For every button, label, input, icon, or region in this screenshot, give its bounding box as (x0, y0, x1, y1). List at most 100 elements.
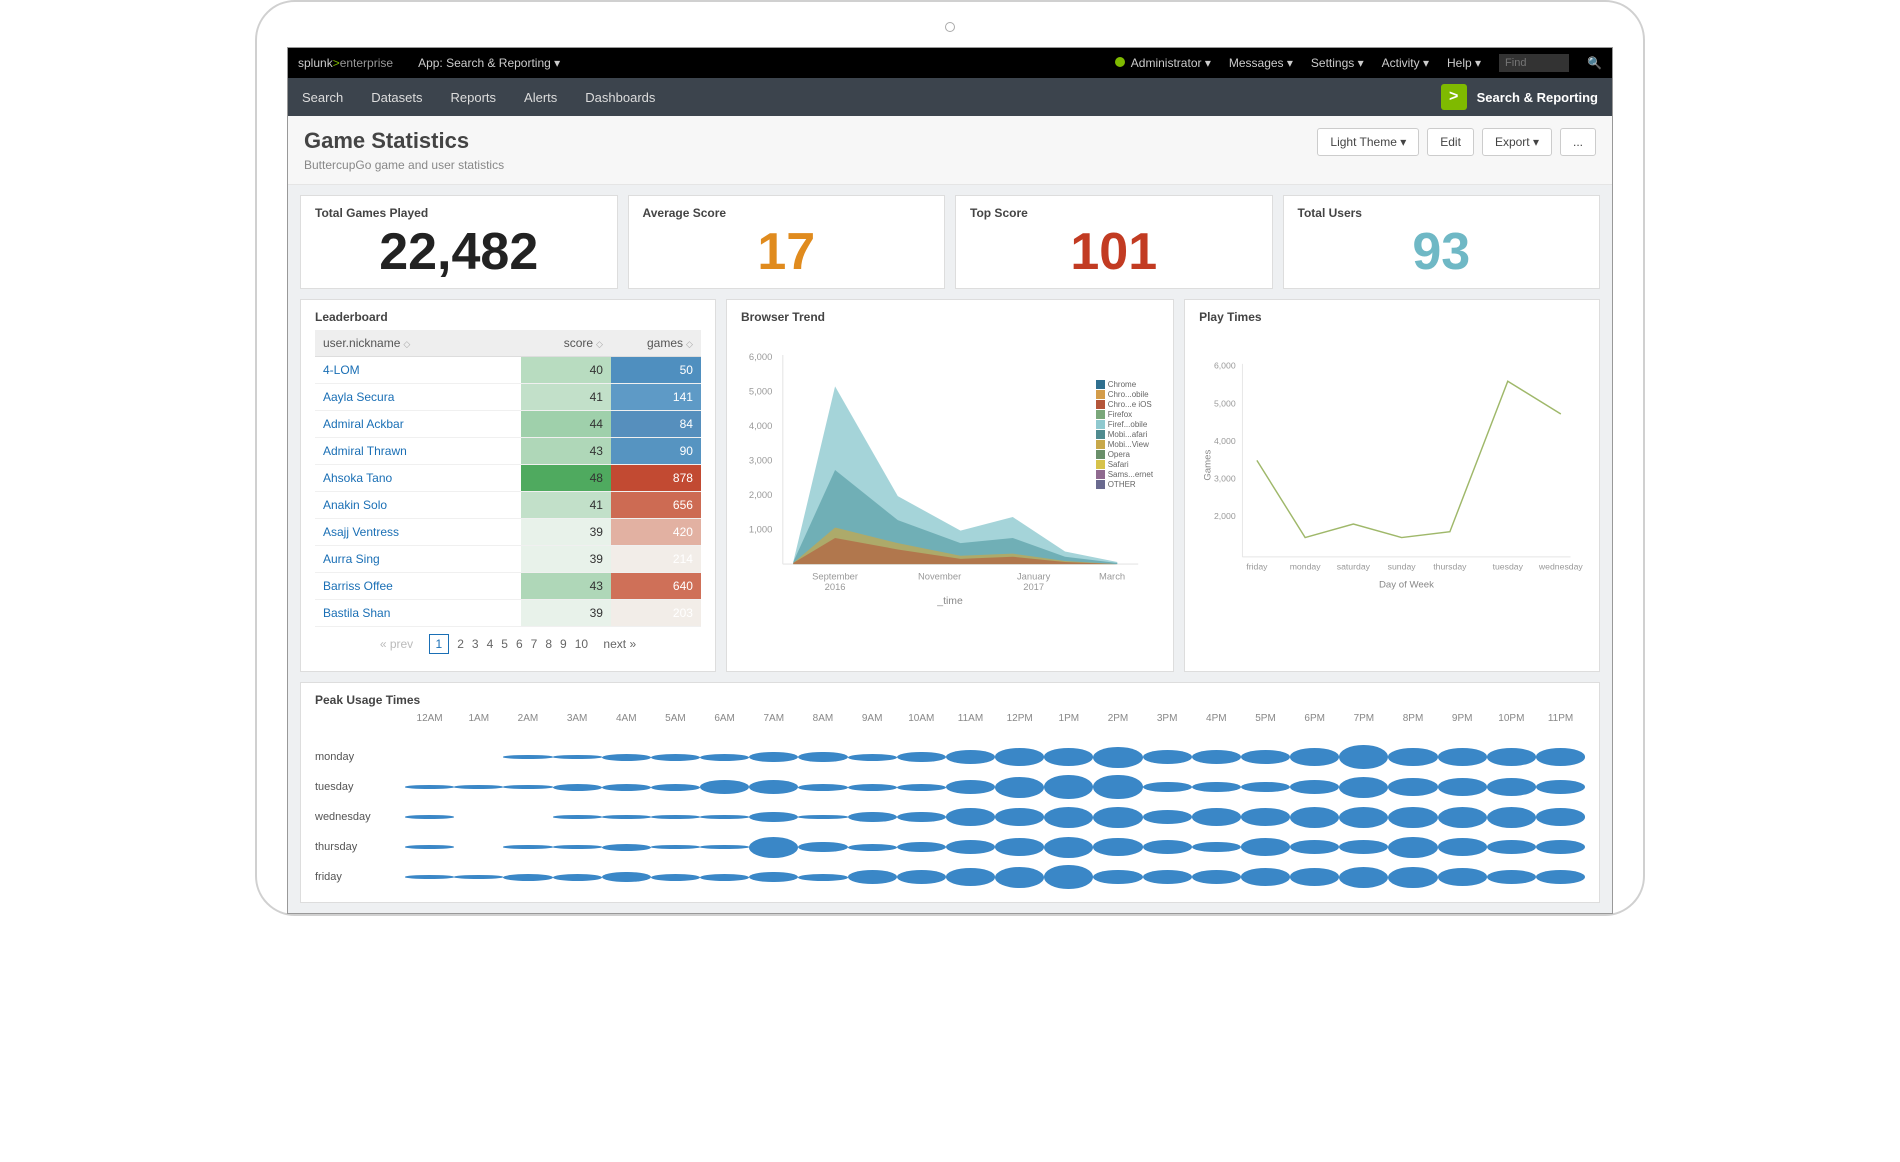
bubble-icon (1438, 748, 1487, 766)
table-row[interactable]: Anakin Solo 41 656 (315, 492, 701, 519)
bubble-icon (1438, 838, 1487, 856)
theme-button[interactable]: Light Theme ▾ (1317, 128, 1419, 156)
edit-button[interactable]: Edit (1427, 128, 1474, 156)
cell-nickname[interactable]: Admiral Ackbar (315, 411, 521, 438)
svg-text:1,000: 1,000 (749, 524, 773, 535)
peak-cell (1388, 775, 1437, 800)
bubble-icon (1487, 807, 1536, 828)
pager-page[interactable]: 1 (429, 634, 450, 654)
bubble-icon (749, 752, 798, 763)
peak-cell (1438, 807, 1487, 828)
col-games[interactable]: games◇ (611, 330, 701, 357)
play-times-chart: 6,000 5,000 4,000 3,000 2,000 Games frid… (1199, 330, 1585, 610)
app-selector[interactable]: App: Search & Reporting ▾ (418, 56, 560, 70)
peak-cell (553, 807, 602, 828)
bubble-icon (1388, 778, 1437, 796)
peak-cell (1290, 775, 1339, 800)
bubble-icon (405, 785, 454, 789)
cell-score: 41 (521, 492, 611, 519)
peak-cell (798, 745, 847, 770)
peak-cell (1438, 865, 1487, 890)
pager-page[interactable]: 3 (472, 637, 479, 651)
nav-datasets[interactable]: Datasets (371, 90, 422, 105)
table-row[interactable]: Admiral Thrawn 43 90 (315, 438, 701, 465)
peak-cell (651, 807, 700, 828)
activity-menu[interactable]: Activity ▾ (1382, 56, 1429, 70)
pager-page[interactable]: 4 (487, 637, 494, 651)
hour-label: 11PM (1536, 713, 1585, 724)
peak-cell (1044, 807, 1093, 828)
peak-cell (1093, 837, 1142, 858)
messages-menu[interactable]: Messages ▾ (1229, 56, 1293, 70)
cell-nickname[interactable]: Aayla Secura (315, 384, 521, 411)
bubble-icon (1339, 807, 1388, 828)
page-subtitle: ButtercupGo game and user statistics (304, 158, 504, 172)
svg-text:September: September (812, 571, 858, 582)
admin-menu[interactable]: Administrator ▾ (1115, 56, 1211, 70)
cell-nickname[interactable]: Admiral Thrawn (315, 438, 521, 465)
hour-label: 7PM (1339, 713, 1388, 724)
pager-page[interactable]: 8 (545, 637, 552, 651)
table-row[interactable]: Aurra Sing 39 214 (315, 546, 701, 573)
table-row[interactable]: Ahsoka Tano 48 878 (315, 465, 701, 492)
search-icon[interactable]: 🔍 (1587, 56, 1602, 70)
day-label: thursday (315, 841, 405, 853)
nav-alerts[interactable]: Alerts (524, 90, 557, 105)
bubble-icon (405, 845, 454, 849)
find-input[interactable] (1499, 54, 1569, 72)
col-score[interactable]: score◇ (521, 330, 611, 357)
settings-menu[interactable]: Settings ▾ (1311, 56, 1364, 70)
more-button[interactable]: ... (1560, 128, 1596, 156)
cell-nickname[interactable]: Aurra Sing (315, 546, 521, 573)
nav-dashboards[interactable]: Dashboards (585, 90, 655, 105)
peak-cell (1339, 745, 1388, 770)
pager-page[interactable]: 5 (501, 637, 508, 651)
pager-page[interactable]: 7 (531, 637, 538, 651)
peak-cell (1044, 775, 1093, 800)
svg-text:tuesday: tuesday (1493, 561, 1524, 571)
bubble-icon (700, 754, 749, 761)
cell-nickname[interactable]: Anakin Solo (315, 492, 521, 519)
pager-next[interactable]: next » (603, 637, 636, 651)
cell-nickname[interactable]: Asajj Ventress (315, 519, 521, 546)
pager-page[interactable]: 6 (516, 637, 523, 651)
peak-row: wednesday (315, 802, 1585, 832)
cell-nickname[interactable]: Barriss Offee (315, 573, 521, 600)
table-row[interactable]: Asajj Ventress 39 420 (315, 519, 701, 546)
peak-cell (1143, 837, 1192, 858)
hour-label: 2AM (503, 713, 552, 724)
table-row[interactable]: Aayla Secura 41 141 (315, 384, 701, 411)
export-button[interactable]: Export ▾ (1482, 128, 1552, 156)
nav-reports[interactable]: Reports (451, 90, 497, 105)
col-nickname[interactable]: user.nickname◇ (315, 330, 521, 357)
nav-search[interactable]: Search (302, 90, 343, 105)
cell-nickname[interactable]: Bastila Shan (315, 600, 521, 627)
bubble-icon (700, 845, 749, 849)
peak-cell (1192, 865, 1241, 890)
bubble-icon (848, 844, 897, 851)
bubble-icon (1339, 777, 1388, 798)
hour-label: 3AM (553, 713, 602, 724)
hour-label: 11AM (946, 713, 995, 724)
bubble-icon (749, 872, 798, 883)
bubble-icon (700, 780, 749, 794)
status-dot-icon (1115, 57, 1125, 67)
table-row[interactable]: Barriss Offee 43 640 (315, 573, 701, 600)
cell-games: 141 (611, 384, 701, 411)
help-menu[interactable]: Help ▾ (1447, 56, 1481, 70)
peak-cell (1143, 865, 1192, 890)
cell-nickname[interactable]: 4-LOM (315, 357, 521, 384)
table-row[interactable]: Bastila Shan 39 203 (315, 600, 701, 627)
cell-nickname[interactable]: Ahsoka Tano (315, 465, 521, 492)
peak-cell (749, 837, 798, 858)
table-row[interactable]: Admiral Ackbar 44 84 (315, 411, 701, 438)
pager-page[interactable]: 10 (575, 637, 588, 651)
peak-cell (848, 865, 897, 890)
svg-text:March: March (1099, 571, 1125, 582)
pager-page[interactable]: 2 (457, 637, 464, 651)
peak-cell (1487, 745, 1536, 770)
pager-page[interactable]: 9 (560, 637, 567, 651)
pager-prev[interactable]: « prev (380, 637, 413, 651)
svg-text:5,000: 5,000 (1214, 398, 1236, 408)
table-row[interactable]: 4-LOM 40 50 (315, 357, 701, 384)
